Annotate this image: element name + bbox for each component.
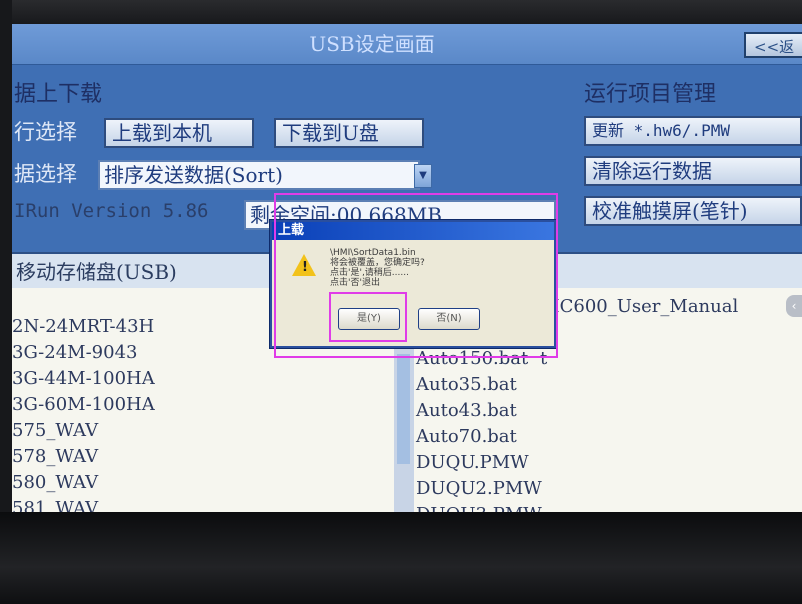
list-item[interactable]: Auto35.bat	[414, 372, 802, 398]
calibrate-touchscreen-button[interactable]: 校准触摸屏(笔针)	[584, 196, 802, 226]
download-to-usb-button[interactable]: 下载到U盘	[274, 118, 424, 148]
list-item[interactable]: Auto70.bat	[414, 424, 802, 450]
list-item[interactable]: 578_WAV	[12, 444, 412, 470]
upload-to-local-button[interactable]: 上载到本机	[104, 118, 254, 148]
list-item[interactable]: 575_WAV	[12, 418, 412, 444]
list-item[interactable]: DUQU.PMW	[414, 450, 802, 476]
dialog-highlight-box	[274, 193, 558, 358]
clear-run-data-button[interactable]: 清除运行数据	[584, 156, 802, 186]
usb-storage-label: 移动存储盘(USB)	[16, 260, 177, 284]
back-button[interactable]: <<返	[744, 32, 802, 58]
chevron-down-icon[interactable]: ▼	[414, 164, 432, 188]
list-item[interactable]: 581_WAV	[12, 496, 412, 512]
chevron-left-icon[interactable]: ‹	[786, 295, 802, 317]
list-item[interactable]: DUQU2.PMW	[414, 476, 802, 502]
list-item[interactable]: 3G-44M-100HA	[12, 366, 412, 392]
project-management-heading: 运行项目管理	[584, 82, 717, 107]
yes-button-highlight-box	[329, 292, 407, 342]
update-hw6-pmw-button[interactable]: 更新 *.hw6/.PMW	[584, 116, 802, 146]
list-item[interactable]: 580_WAV	[12, 470, 412, 496]
version-text: IRun Version 5.86	[14, 200, 209, 222]
monitor-bezel-bottom	[0, 512, 802, 604]
scrollbar-thumb[interactable]	[397, 354, 410, 464]
monitor-bezel-top	[0, 0, 802, 24]
list-item[interactable]: 3G-60M-100HA	[12, 392, 412, 418]
list-item[interactable]: DUQU3.PMW	[414, 502, 802, 512]
list-item[interactable]: Auto43.bat	[414, 398, 802, 424]
data-select-dropdown[interactable]: 排序发送数据(Sort)	[98, 160, 420, 190]
download-section-heading: 据上下载	[14, 82, 103, 107]
screen-title: USB设定画面	[309, 32, 435, 56]
data-select-label: 据选择	[14, 162, 77, 186]
row-select-label: 行选择	[14, 120, 77, 144]
